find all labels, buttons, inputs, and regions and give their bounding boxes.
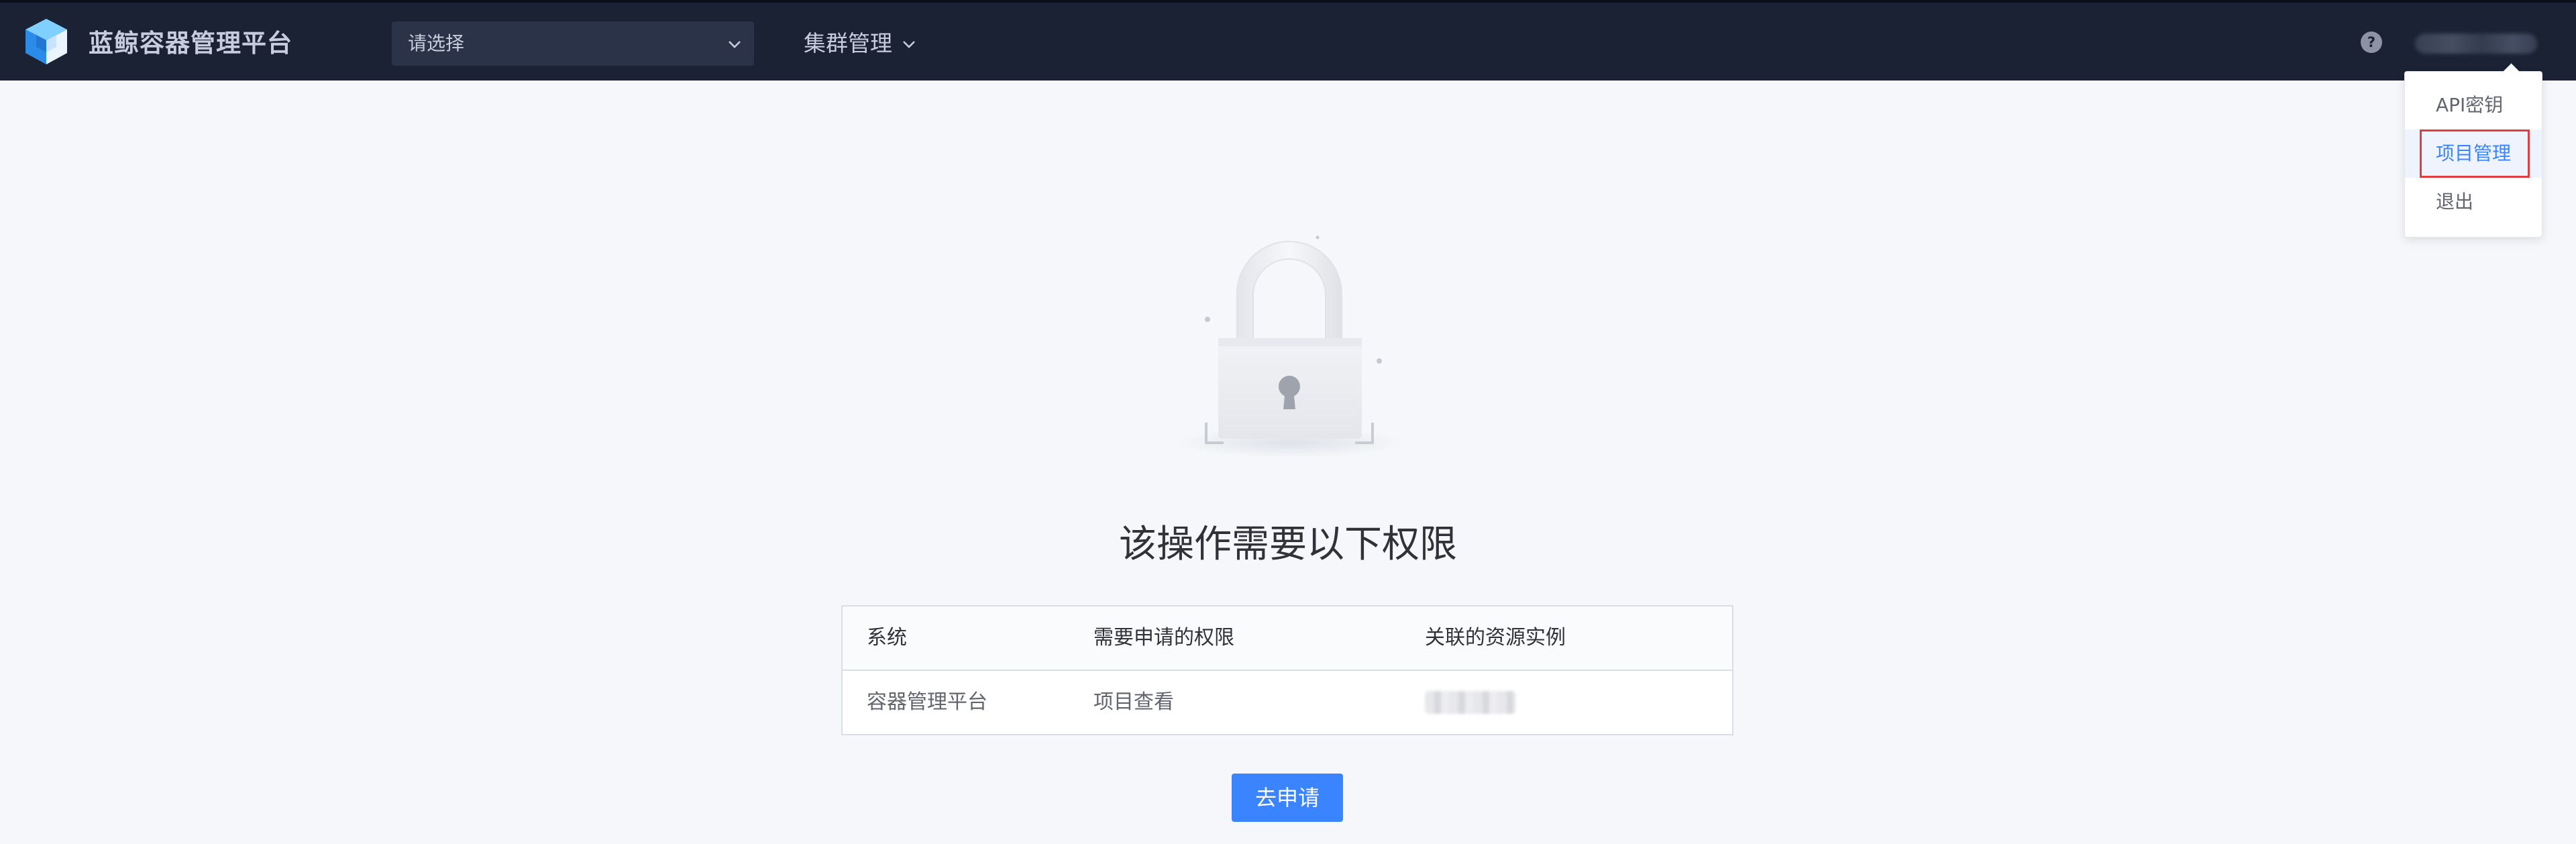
question-circle-icon[interactable]: ? bbox=[2360, 31, 2383, 54]
chevron-down-icon bbox=[729, 41, 741, 48]
chevron-down-icon bbox=[903, 41, 916, 48]
svg-text:?: ? bbox=[2367, 34, 2375, 50]
apply-button[interactable]: 去申请 bbox=[1232, 774, 1343, 822]
menu-item-logout[interactable]: 退出 bbox=[2405, 178, 2542, 226]
header-required-permission: 需要申请的权限 bbox=[1093, 626, 1234, 649]
cell-permission: 项目查看 bbox=[1093, 690, 1174, 714]
menu-item-project-management[interactable]: 项目管理 bbox=[2405, 129, 2542, 178]
cell-system: 容器管理平台 bbox=[867, 690, 987, 714]
permission-title: 该操作需要以下权限 bbox=[1119, 523, 1457, 566]
project-select-placeholder: 请选择 bbox=[408, 32, 465, 54]
user-name-blurred[interactable] bbox=[2415, 34, 2537, 54]
top-navigation-bar: 蓝鲸容器管理平台 请选择 集群管理 ? bbox=[0, 0, 2576, 81]
header-related-resource: 关联的资源实例 bbox=[1425, 626, 1566, 649]
permission-table: 系统 需要申请的权限 关联的资源实例 容器管理平台 项目查看 bbox=[841, 605, 1733, 735]
table-row: 容器管理平台 项目查看 bbox=[843, 671, 1732, 734]
user-dropdown-menu: API密钥 项目管理 退出 bbox=[2404, 63, 2542, 238]
header-system: 系统 bbox=[867, 626, 907, 649]
project-select[interactable]: 请选择 bbox=[392, 21, 754, 66]
cell-resource-blurred bbox=[1425, 691, 1516, 714]
table-header: 系统 需要申请的权限 关联的资源实例 bbox=[843, 606, 1732, 671]
lock-illustration-icon bbox=[1177, 235, 1405, 458]
nav-cluster-label: 集群管理 bbox=[804, 30, 892, 56]
bluking-cube-logo-icon[interactable] bbox=[23, 17, 70, 66]
nav-cluster-management[interactable]: 集群管理 bbox=[804, 27, 918, 60]
app-title: 蓝鲸容器管理平台 bbox=[89, 29, 292, 58]
menu-item-api-key[interactable]: API密钥 bbox=[2405, 81, 2542, 129]
